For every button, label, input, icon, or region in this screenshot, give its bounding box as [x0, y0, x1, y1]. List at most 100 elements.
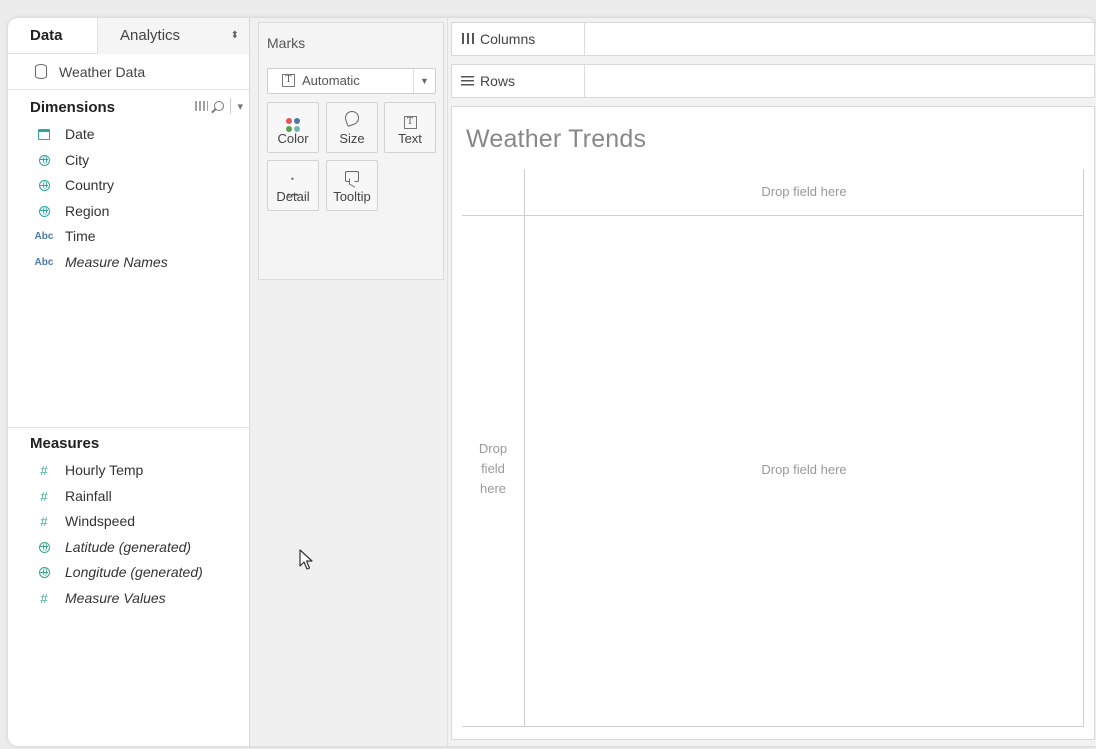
size-button[interactable]: Size [326, 102, 378, 153]
color-swatch [286, 118, 292, 124]
detail-label: Detail [276, 189, 310, 204]
divider [462, 726, 1084, 727]
abc-icon: Abc [34, 231, 54, 242]
tab-analytics-label: Analytics [120, 27, 181, 44]
tooltip-button[interactable]: Tooltip [326, 160, 378, 211]
measures-header: Measures [8, 428, 249, 458]
field-label: Region [65, 202, 110, 219]
field-city[interactable]: City [8, 148, 249, 174]
database-icon [35, 64, 47, 79]
drop-zone-rows[interactable]: Drop field here [462, 439, 524, 499]
columns-icon [462, 33, 474, 44]
field-country[interactable]: Country [8, 173, 249, 199]
search-icon[interactable] [214, 101, 225, 111]
tab-analytics[interactable]: Analytics ⬍ [98, 18, 249, 54]
field-measure-names[interactable]: Abc Measure Names [8, 250, 249, 276]
field-label: Date [65, 126, 95, 142]
text-button[interactable]: T Text [384, 102, 436, 153]
field-measure-values[interactable]: # Measure Values [8, 586, 249, 612]
field-label: Measure Names [65, 253, 168, 270]
dimensions-list: Date City Country Region Abc Time Abc Me… [8, 122, 249, 275]
tooltip-label: Tooltip [333, 189, 371, 204]
mouse-cursor-icon [299, 549, 313, 570]
data-pane-tabs: Data Analytics ⬍ [8, 18, 249, 54]
field-label: Measure Values [65, 589, 166, 606]
mark-type-select[interactable]: T Automatic ▼ [267, 68, 436, 94]
field-windspeed[interactable]: # Windspeed [8, 509, 249, 535]
datasource-item[interactable]: Weather Data [8, 54, 249, 90]
marks-title: Marks [267, 35, 306, 51]
tab-data[interactable]: Data [8, 18, 98, 54]
columns-shelf[interactable]: Columns [451, 22, 1095, 56]
globe-icon [34, 535, 54, 561]
text-icon: T [385, 103, 435, 129]
datasource-label: Weather Data [59, 64, 146, 80]
hash-icon: # [40, 590, 48, 606]
data-pane: Data Analytics ⬍ Weather Data Dimensions… [8, 18, 250, 746]
tableau-window: Data Analytics ⬍ Weather Data Dimensions… [8, 18, 1096, 746]
field-label: Time [65, 228, 96, 244]
field-label: Windspeed [65, 513, 136, 529]
globe-icon [34, 173, 54, 199]
hash-icon: # [40, 488, 48, 504]
field-label: Longitude (generated) [65, 564, 203, 580]
field-region[interactable]: Region [8, 199, 249, 225]
globe-icon [34, 560, 54, 586]
field-label: Rainfall [65, 487, 112, 504]
field-label: City [65, 151, 90, 168]
chevron-down-icon[interactable]: ▼ [413, 69, 435, 93]
view-grid: Drop field here Drop field here Drop fie… [462, 169, 1084, 727]
dimensions-header: Dimensions ▾ [8, 90, 249, 122]
worksheet-title[interactable]: Weather Trends [466, 125, 646, 154]
drop-zone-columns[interactable]: Drop field here [524, 184, 1084, 199]
field-label: Country [65, 177, 115, 193]
dimensions-tools: ▾ [195, 98, 243, 114]
calendar-icon [34, 122, 54, 148]
hash-icon: # [40, 514, 48, 529]
color-label: Color [277, 131, 309, 146]
worksheet-view: Weather Trends Drop field here Drop fiel… [451, 106, 1095, 740]
divider [524, 169, 525, 727]
field-longitude[interactable]: Longitude (generated) [8, 560, 249, 586]
columns-label: Columns [480, 31, 536, 47]
measures-title: Measures [30, 435, 100, 452]
marks-card: Marks T Automatic ▼ Color Size T Text • … [258, 22, 444, 280]
divider [462, 215, 1084, 216]
rows-shelf-label: Rows [452, 65, 585, 97]
dropdown-arrow-icon[interactable]: ▾ [237, 100, 243, 113]
field-date[interactable]: Date [8, 122, 249, 148]
color-swatch [294, 118, 300, 124]
cards-column: Marks T Automatic ▼ Color Size T Text • … [250, 18, 448, 746]
size-icon [327, 103, 377, 129]
rows-icon [461, 76, 474, 86]
field-rainfall[interactable]: # Rainfall [8, 484, 249, 510]
color-icon [268, 103, 318, 132]
field-latitude[interactable]: Latitude (generated) [8, 535, 249, 561]
field-label: Hourly Temp [65, 462, 144, 478]
globe-icon [34, 199, 54, 225]
field-time[interactable]: Abc Time [8, 224, 249, 250]
field-label: Latitude (generated) [65, 538, 192, 555]
rows-shelf[interactable]: Rows [451, 64, 1095, 98]
abc-icon: Abc [34, 256, 54, 268]
measures-list: # Hourly Temp # Rainfall # Windspeed Lat… [8, 458, 249, 611]
tooltip-icon [327, 161, 377, 187]
detail-button[interactable]: • ••• Detail [267, 160, 319, 211]
updown-arrow-icon[interactable]: ⬍ [231, 18, 239, 54]
view-toggle-icon[interactable] [195, 101, 209, 111]
detail-icon: • ••• [286, 174, 300, 200]
field-hourly-temp[interactable]: # Hourly Temp [8, 458, 249, 484]
mark-type-value: Automatic [302, 73, 360, 88]
text-mark-icon: T [282, 74, 295, 87]
size-label: Size [339, 131, 365, 146]
hash-icon: # [40, 463, 48, 478]
columns-shelf-label: Columns [452, 23, 585, 55]
tool-divider [230, 98, 232, 114]
globe-icon [34, 148, 54, 174]
drop-zone-body[interactable]: Drop field here [524, 462, 1084, 477]
dimensions-section: Dimensions ▾ Date City Country Region Ab… [8, 90, 249, 428]
dimensions-title: Dimensions [30, 99, 116, 116]
color-button[interactable]: Color [267, 102, 319, 153]
measures-section: Measures # Hourly Temp # Rainfall # Wind… [8, 428, 249, 611]
text-label: Text [398, 131, 422, 146]
